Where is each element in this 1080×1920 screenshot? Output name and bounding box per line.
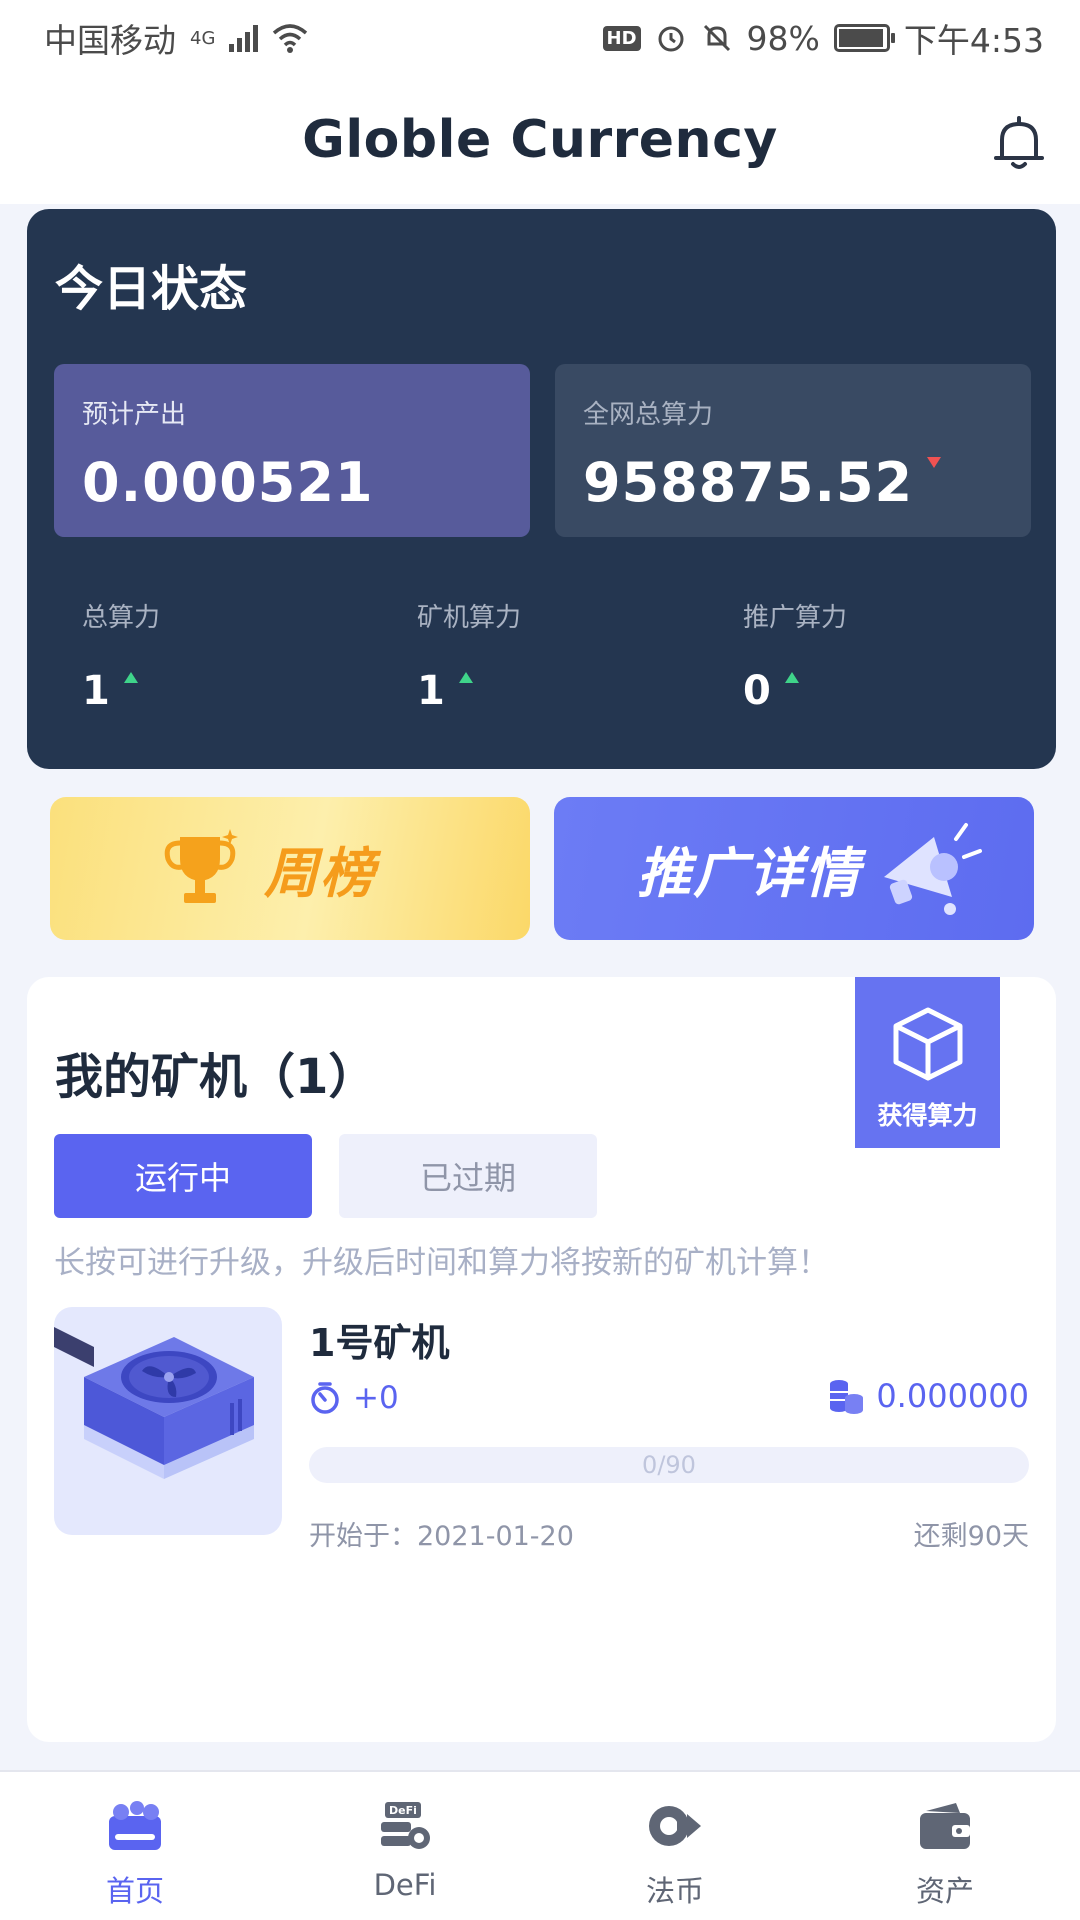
svg-text:DeFi: DeFi xyxy=(389,1804,417,1817)
miner-start-date: 开始于：2021-01-20 xyxy=(309,1521,574,1552)
miner-name: 1号矿机 xyxy=(309,1321,450,1365)
megaphone-icon xyxy=(884,823,982,915)
stat-value: 1 xyxy=(82,668,110,714)
stat-label: 推广算力 xyxy=(743,603,848,633)
notification-bell-icon[interactable] xyxy=(992,116,1046,172)
my-miners-title: 我的矿机（1） xyxy=(55,1049,377,1105)
get-power-label: 获得算力 xyxy=(877,1101,978,1130)
nav-assets[interactable]: 资产 xyxy=(810,1772,1080,1920)
expected-output-box: 预计产出 0.000521 xyxy=(54,364,530,537)
stat-value: 0 xyxy=(743,668,771,714)
trend-down-icon xyxy=(927,457,942,468)
wallet-icon xyxy=(920,1803,970,1849)
today-status-title: 今日状态 xyxy=(55,261,248,317)
cube-icon xyxy=(893,1007,962,1081)
nav-defi[interactable]: DeFi DeFi xyxy=(270,1772,540,1920)
stat-total-power: 总算力 1 xyxy=(82,597,160,714)
stat-promotion-power: 推广算力 0 xyxy=(743,597,847,714)
status-left: 中国移动 4G xyxy=(44,14,308,62)
network-type: 4G xyxy=(190,27,216,49)
battery-percent: 98% xyxy=(746,18,820,58)
alarm-icon xyxy=(658,26,684,52)
wifi-icon xyxy=(273,24,308,53)
expected-output-label: 预计产出 xyxy=(82,400,187,430)
nav-label: DeFi xyxy=(373,1868,437,1902)
status-bar: 中国移动 4G HD 98% 下午4:53 xyxy=(0,0,1080,76)
promotion-details-banner[interactable]: 推广详情 xyxy=(554,797,1034,940)
nav-label: 资产 xyxy=(915,1874,974,1908)
nav-label: 首页 xyxy=(105,1874,164,1908)
trend-up-icon xyxy=(458,672,473,683)
stopwatch-icon xyxy=(311,1382,339,1414)
stat-label: 总算力 xyxy=(82,603,161,633)
home-icon xyxy=(109,1801,161,1850)
coins-icon xyxy=(830,1380,864,1414)
promotion-details-label: 推广详情 xyxy=(637,842,861,905)
stat-miner-power: 矿机算力 1 xyxy=(417,597,521,714)
get-power-button[interactable]: 获得算力 xyxy=(855,977,1000,1148)
network-power-value: 958875.52 xyxy=(583,451,914,514)
fiat-exchange-icon xyxy=(649,1806,701,1846)
tab-expired[interactable]: 已过期 xyxy=(339,1134,597,1218)
mute-bell-icon xyxy=(703,24,730,52)
expected-output-value: 0.000521 xyxy=(82,451,374,514)
miner-remaining-days: 还剩90天 xyxy=(913,1521,1029,1552)
network-power-label: 全网总算力 xyxy=(583,400,714,430)
miner-coins-value: 0.000000 xyxy=(876,1377,1029,1415)
nav-label: 法币 xyxy=(645,1874,704,1908)
clock-time: 下午4:53 xyxy=(903,21,1044,60)
status-right: HD 98% 下午4:53 xyxy=(602,14,1044,62)
carrier-name: 中国移动 xyxy=(44,21,176,60)
weekly-ranking-label: 周榜 xyxy=(264,842,376,905)
miner-timer-value: +0 xyxy=(353,1380,399,1416)
my-miners-panel: 我的矿机（1） 获得算力 运行中 已过期 长按可进行升级，升级后时间和算力将按新… xyxy=(27,977,1056,1742)
page-title: Globle Currency xyxy=(302,110,778,170)
trophy-icon xyxy=(164,829,238,903)
today-status-card: 今日状态 预计产出 0.000521 全网总算力 958875.52 总算力 1… xyxy=(27,209,1056,769)
trend-up-icon xyxy=(784,672,799,683)
miner-progress-bar: 0/90 xyxy=(309,1447,1029,1483)
miner-coins: 0.000000 xyxy=(828,1377,1029,1415)
hd-badge: HD xyxy=(602,25,641,51)
bottom-navigation: 首页 DeFi DeFi 法币 资产 xyxy=(0,1770,1080,1920)
stat-label: 矿机算力 xyxy=(417,603,522,633)
miner-thumbnail[interactable] xyxy=(54,1307,282,1535)
weekly-ranking-banner[interactable]: 周榜 xyxy=(50,797,530,940)
battery-icon xyxy=(833,24,895,52)
network-power-box: 全网总算力 958875.52 xyxy=(555,364,1031,537)
miner-timer: +0 xyxy=(309,1380,399,1416)
defi-icon: DeFi xyxy=(381,1802,430,1849)
stat-value: 1 xyxy=(417,668,445,714)
nav-fiat[interactable]: 法币 xyxy=(540,1772,810,1920)
miner-device-icon xyxy=(54,1327,254,1479)
signal-icon xyxy=(229,24,259,52)
app-header: Globle Currency xyxy=(0,76,1080,204)
upgrade-hint: 长按可进行升级，升级后时间和算力将按新的矿机计算！ xyxy=(54,1245,829,1281)
tab-running[interactable]: 运行中 xyxy=(54,1134,312,1218)
nav-home[interactable]: 首页 xyxy=(0,1772,270,1920)
miner-progress-text: 0/90 xyxy=(642,1451,696,1479)
trend-up-icon xyxy=(123,672,138,683)
